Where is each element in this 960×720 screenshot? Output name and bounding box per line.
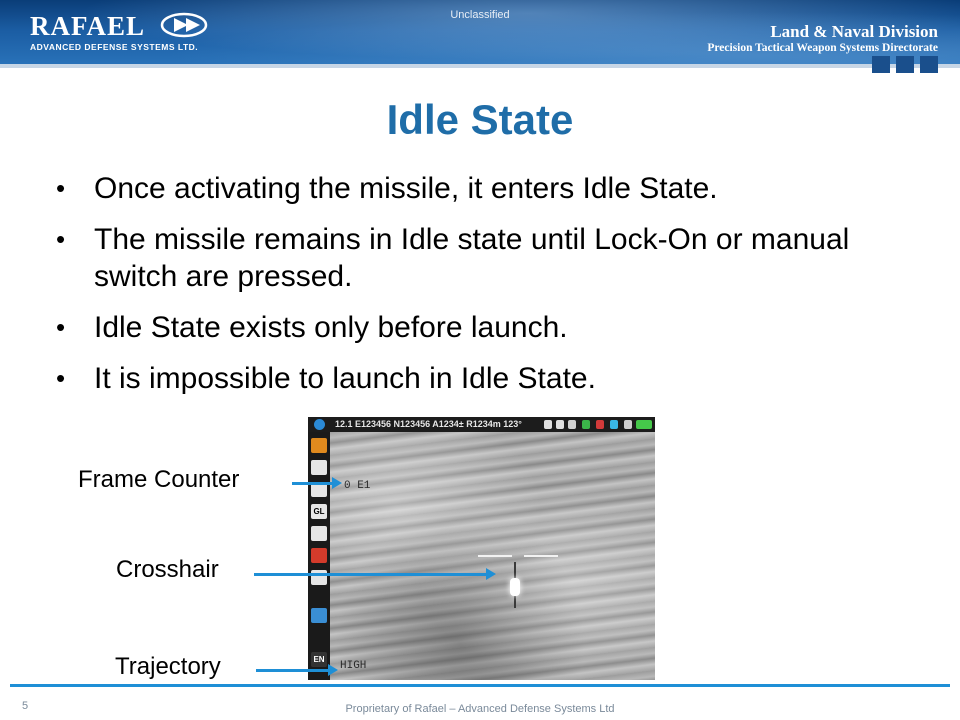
bullet-icon: •	[56, 173, 66, 203]
half-moon-icon	[568, 420, 576, 429]
link-button[interactable]	[311, 608, 327, 623]
bullet-icon: •	[56, 224, 66, 254]
frame-counter-readout: 0 E1	[344, 480, 371, 492]
settings-icon	[624, 420, 632, 429]
frame-counter-arrowhead	[332, 477, 342, 489]
side-toolbar: GL EN	[308, 432, 330, 680]
frame-counter-arrow-line	[292, 482, 332, 485]
frame-counter-label: Frame Counter	[78, 466, 240, 493]
trajectory-arrowhead	[328, 664, 338, 676]
tools-button[interactable]	[311, 460, 327, 475]
hud-status-icons	[544, 420, 654, 430]
crosshair-arrow-line	[254, 573, 486, 576]
hud-bar: 12.1 E123456 N123456 A1234± R1234m 123°	[308, 417, 655, 432]
hud-readout: 12.1 E123456 N123456 A1234± R1234m 123°	[335, 419, 522, 429]
crosshair-left-bar	[478, 555, 512, 557]
proprietary-notice: Proprietary of Rafael – Advanced Defense…	[345, 703, 615, 715]
directorate-name: Precision Tactical Weapon Systems Direct…	[707, 42, 938, 54]
decor-square-3	[920, 56, 938, 73]
seeker-video-frame: 12.1 E123456 N123456 A1234± R1234m 123° …	[308, 417, 655, 680]
bullet-item: • It is impossible to launch in Idle Stat…	[56, 360, 916, 397]
bullet-item: • Once activating the missile, it enters …	[56, 170, 916, 207]
classification-label: Unclassified	[450, 9, 510, 21]
trajectory-label: Trajectory	[115, 653, 221, 680]
mode-button[interactable]	[311, 438, 327, 453]
decor-square-1	[872, 56, 890, 73]
trajectory-readout: HIGH	[340, 660, 367, 672]
bullet-icon: •	[56, 363, 66, 393]
slide-title: Idle State	[386, 96, 574, 143]
decor-square-2	[896, 56, 914, 73]
bullet-list: • Once activating the missile, it enters …	[56, 170, 916, 411]
battery-icon	[582, 420, 590, 429]
gl-button[interactable]: GL	[311, 504, 327, 519]
header-banner: RAFAEL ADVANCED DEFENSE SYSTEMS LTD. Unc…	[0, 0, 960, 68]
trajectory-button[interactable]	[311, 548, 327, 563]
bullet-item: • Idle State exists only before launch.	[56, 309, 916, 346]
footer-divider	[10, 684, 950, 687]
crosshair-right-bar	[524, 555, 558, 557]
bullet-text: The missile remains in Idle state until …	[94, 223, 850, 293]
thermal-scene: 0 E1 HIGH	[330, 432, 655, 680]
cooling-icon	[610, 420, 618, 429]
alert-icon	[596, 420, 604, 429]
bullet-text: It is impossible to launch in Idle State…	[94, 362, 596, 395]
crosshair-label: Crosshair	[116, 556, 219, 583]
language-button[interactable]: EN	[311, 652, 327, 667]
logo-subtitle: ADVANCED DEFENSE SYSTEMS LTD.	[30, 42, 199, 52]
zoom-button[interactable]	[311, 526, 327, 541]
target-hotspot	[510, 578, 520, 596]
trajectory-arrow-line	[256, 669, 328, 672]
hud-logo-icon	[314, 419, 325, 430]
bullet-text: Idle State exists only before launch.	[94, 311, 568, 344]
bullet-icon: •	[56, 312, 66, 342]
banner-divider	[0, 64, 960, 68]
crosshair-arrowhead	[486, 568, 496, 580]
seeker-icon	[556, 420, 564, 429]
power-bar-icon	[636, 420, 652, 429]
bullet-text: Once activating the missile, it enters I…	[94, 172, 718, 205]
missile-icon	[544, 420, 552, 429]
bullet-item: • The missile remains in Idle state until…	[56, 221, 886, 295]
division-name: Land & Naval Division	[770, 22, 938, 41]
